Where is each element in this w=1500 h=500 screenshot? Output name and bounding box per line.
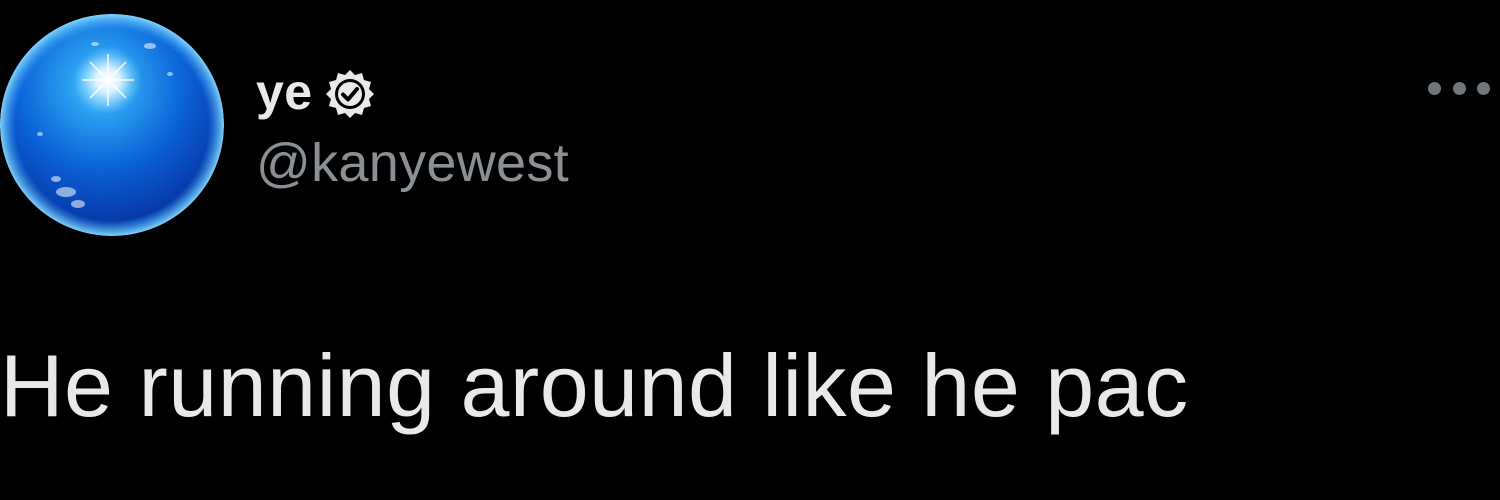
- author-handle[interactable]: @kanyewest: [256, 136, 569, 190]
- avatar-globe-icon: [0, 14, 224, 236]
- tweet-card: ye @kanyewest He running around like he …: [0, 0, 1500, 500]
- dot: [1477, 81, 1490, 95]
- dot: [1428, 81, 1441, 95]
- display-name[interactable]: ye: [256, 67, 313, 117]
- tweet-text: He running around like he pac: [0, 336, 1189, 435]
- verified-badge-icon[interactable]: [323, 67, 377, 121]
- dot: [1452, 81, 1466, 95]
- more-options-icon[interactable]: [1428, 76, 1490, 100]
- avatar[interactable]: [0, 14, 224, 236]
- author-name-row: ye: [256, 62, 377, 122]
